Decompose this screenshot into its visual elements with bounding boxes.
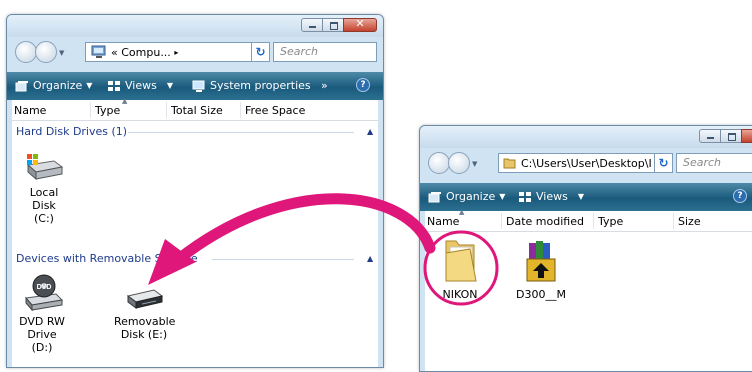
annotation-overlay [148,193,499,306]
drag-arrow [169,193,436,268]
highlight-circle [423,230,499,306]
